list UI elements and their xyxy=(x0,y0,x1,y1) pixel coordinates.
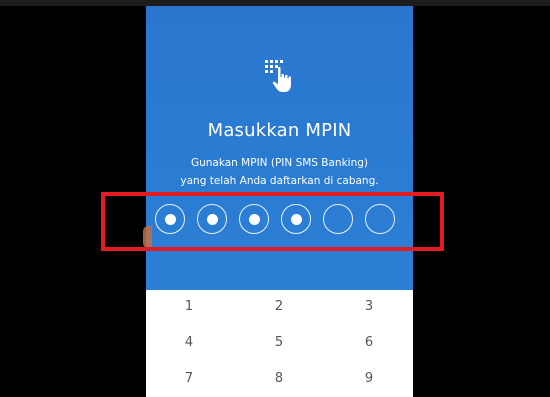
touch-keypad-icon xyxy=(265,60,291,92)
instruction-text: Gunakan MPIN (PIN SMS Banking) yang tela… xyxy=(146,154,413,190)
keypad-key-4[interactable]: 4 xyxy=(149,328,229,358)
instruction-line-2: yang telah Anda daftarkan di cabang. xyxy=(180,175,379,187)
numeric-keypad: 123 456 789 xyxy=(146,290,413,397)
highlight-box xyxy=(101,192,444,251)
keypad-key-3[interactable]: 3 xyxy=(329,292,409,322)
keypad-key-2[interactable]: 2 xyxy=(239,292,319,322)
keypad-key-6[interactable]: 6 xyxy=(329,328,409,358)
page-title: Masukkan MPIN xyxy=(207,120,352,141)
keypad-key-5[interactable]: 5 xyxy=(239,328,319,358)
keypad-key-7[interactable]: 7 xyxy=(149,364,229,394)
keypad-key-1[interactable]: 1 xyxy=(149,292,229,322)
instruction-line-1: Gunakan MPIN (PIN SMS Banking) xyxy=(190,157,369,169)
keypad-key-9[interactable]: 9 xyxy=(329,364,409,394)
keypad-key-8[interactable]: 8 xyxy=(239,364,319,394)
